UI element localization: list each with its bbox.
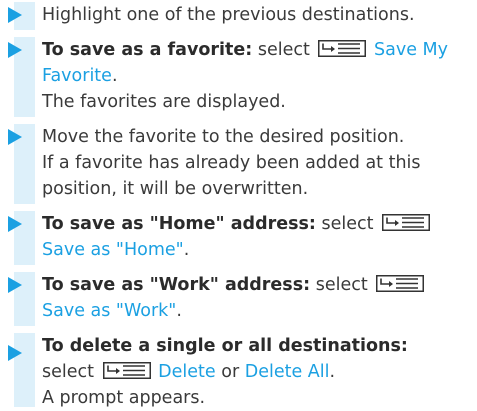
step-end: . [176,301,182,321]
step-lead: To save as a favorite: [42,40,253,60]
step-lead: To save as "Work" address: [42,275,311,295]
step-note: If a favorite has already been added at … [42,153,421,199]
step-3: Move the favorite to the desired positio… [42,124,469,202]
or-word: or [221,362,240,382]
menu-icon [318,40,367,57]
step-6: To delete a single or all destinations: … [42,333,469,411]
step-4: To save as "Home" address: select Save a… [42,211,469,263]
step-5: To save as "Work" address: select Save a… [42,272,469,324]
option-delete-all: Delete All [244,362,330,382]
step-result: The favorites are displayed. [42,92,286,112]
step-bullet-icon [8,129,22,145]
step-bullet-icon [8,345,22,361]
select-word: select [257,40,310,60]
step-end: . [183,240,190,260]
step-text: Move the favorite to the desired positio… [42,127,405,147]
step-result: A prompt appears. [42,388,206,408]
step-lead: To delete a single or all destinations: [42,336,408,356]
instruction-page: Highlight one of the previous destinatio… [0,0,477,408]
step-end: . [111,66,118,86]
step-bullet-icon [8,42,22,58]
option-delete: Delete [158,362,216,382]
option-save-as-home: Save as "Home" [42,240,184,260]
menu-icon [376,275,425,292]
option-save-as-work: Save as "Work" [42,301,177,321]
step-bullet-icon [8,7,22,23]
step-text: Highlight one of the previous destinatio… [42,5,415,25]
step-bullet-icon [8,277,22,293]
step-lead: To save as "Home" address: [42,214,316,234]
select-word: select [321,214,374,234]
select-word: select [42,362,94,382]
step-2: To save as a favorite: select Save My Fa… [42,37,469,115]
menu-icon [382,214,431,231]
step-end: . [329,362,336,382]
menu-icon [102,362,151,379]
select-word: select [315,275,368,295]
step-1: Highlight one of the previous destinatio… [42,2,469,28]
step-bullet-icon [8,216,22,232]
